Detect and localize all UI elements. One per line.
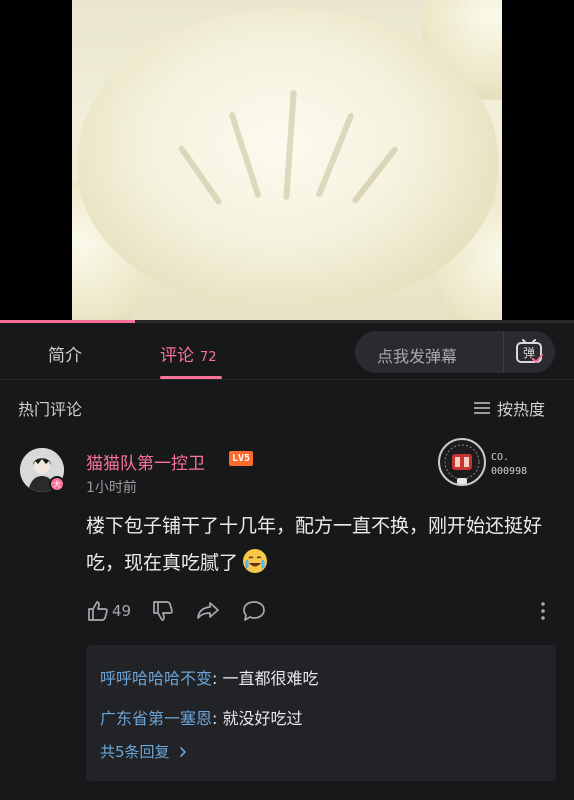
view-all-replies-link[interactable]: 共5条回复 <box>100 741 190 762</box>
like-count: 49 <box>112 602 132 620</box>
share-button[interactable] <box>195 599 221 623</box>
comment-actions: 49 <box>86 598 287 624</box>
tab-comments-count: 72 <box>200 350 217 365</box>
video-frame <box>72 0 502 322</box>
fan-medal-icon[interactable] <box>436 436 488 488</box>
tab-comments[interactable]: 评论 72 <box>160 341 217 366</box>
crying-laughing-emoji-icon <box>243 549 268 573</box>
share-icon <box>197 602 219 619</box>
danmaku-input[interactable]: 点我发弹幕 弹 <box>355 331 555 373</box>
comment-text: 楼下包子铺干了十几年，配方一直不换，刚开始还挺好吃，现在真吃腻了 <box>86 515 543 574</box>
reply-item[interactable]: 呼呼哈哈哈不变: 一直都很难吃 <box>100 665 319 689</box>
reply-item[interactable]: 广东省第一塞恩: 就没好吃过 <box>100 705 303 729</box>
comment-bubble-icon <box>243 601 265 621</box>
sort-label: 按热度 <box>497 400 546 419</box>
avatar-badge: 大 <box>49 476 65 492</box>
more-options-icon[interactable] <box>536 600 550 622</box>
level-badge: LV5 <box>229 451 254 466</box>
hot-comments-title: 热门评论 <box>18 400 83 419</box>
video-player[interactable] <box>0 0 574 322</box>
danmaku-icon: 弹 <box>515 339 543 363</box>
chevron-right-icon <box>179 746 186 757</box>
tab-bar: 简介 评论 72 点我发弹幕 弹 <box>0 323 574 380</box>
fan-number-line1: CO. <box>491 452 510 463</box>
tab-comments-label: 评论 <box>160 346 194 366</box>
active-tab-indicator <box>160 376 222 379</box>
comment-username[interactable]: 猫猫队第一控卫 <box>86 449 205 474</box>
thumbs-up-icon <box>88 601 108 621</box>
comment-timestamp: 1小时前 <box>86 480 137 496</box>
dislike-button[interactable] <box>151 599 175 623</box>
reply-text: : 一直都很难吃 <box>212 669 319 688</box>
like-button[interactable]: 49 <box>86 599 131 623</box>
reply-username[interactable]: 呼呼哈哈哈不变 <box>100 669 212 688</box>
reply-button[interactable] <box>241 599 267 623</box>
replies-box[interactable]: 呼呼哈哈哈不变: 一直都很难吃 广东省第一塞恩: 就没好吃过 共5条回复 <box>86 645 556 781</box>
more-replies-label: 共5条回复 <box>100 743 170 761</box>
comment-body: 楼下包子铺干了十几年，配方一直不换，刚开始还挺好吃，现在真吃腻了 <box>86 508 546 582</box>
svg-text:弹: 弹 <box>522 346 534 360</box>
thumbs-down-icon <box>153 601 173 621</box>
reply-username[interactable]: 广东省第一塞恩 <box>100 709 212 728</box>
fan-number-line2: 000998 <box>491 466 528 477</box>
tab-intro[interactable]: 简介 <box>48 341 82 366</box>
reply-text: : 就没好吃过 <box>212 709 303 728</box>
sort-icon <box>474 402 490 414</box>
danmaku-placeholder: 点我发弹幕 <box>377 347 458 366</box>
danmaku-toggle-button[interactable]: 弹 <box>503 331 555 373</box>
sort-by-hotness-button[interactable]: 按热度 <box>473 396 545 420</box>
fan-number-label: CO. 000998 <box>491 451 527 479</box>
